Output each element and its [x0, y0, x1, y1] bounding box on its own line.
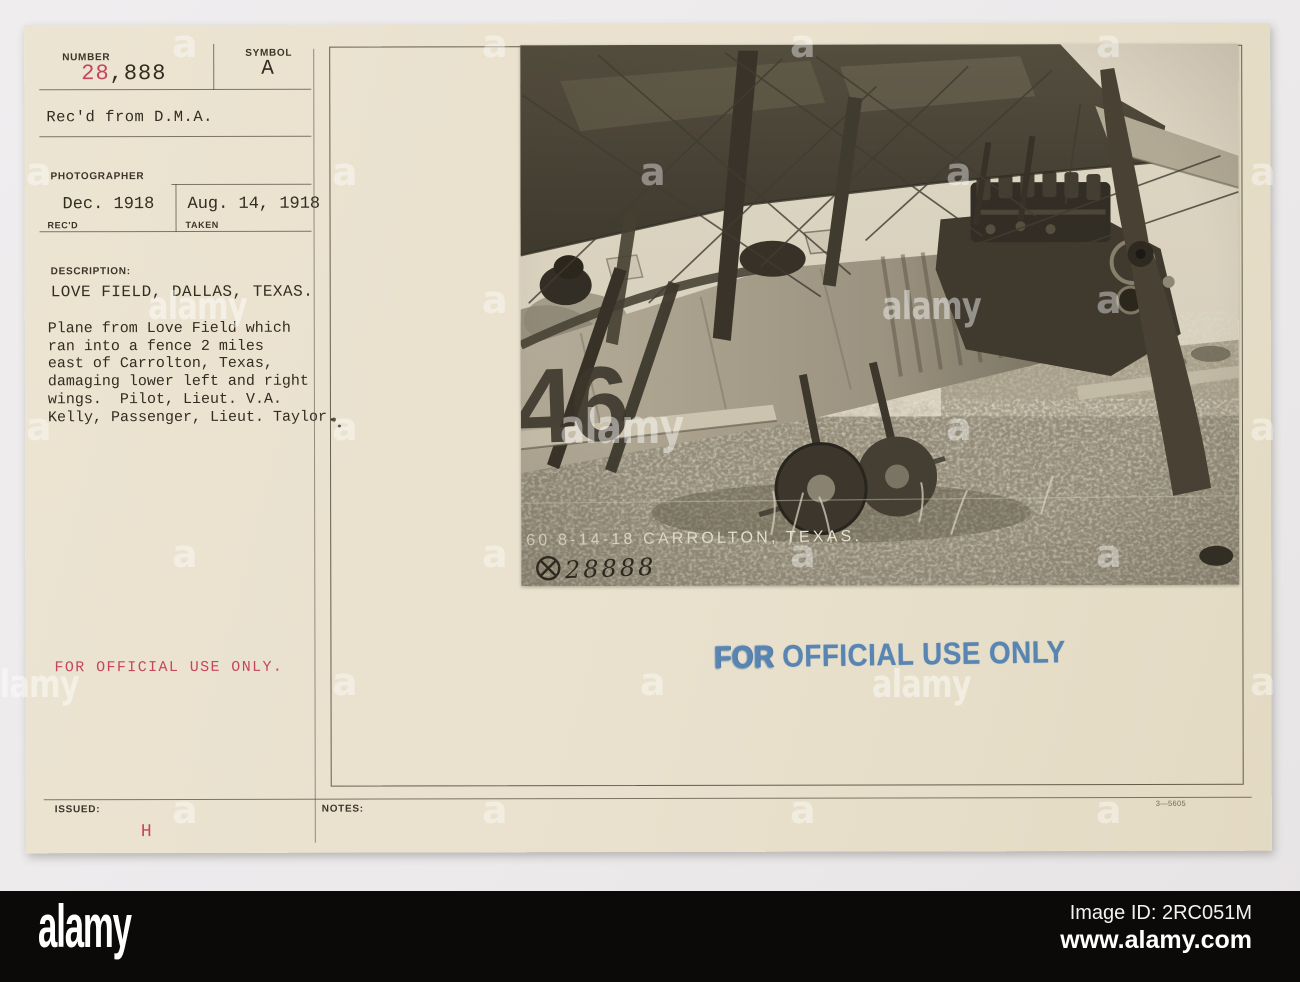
symbol-value: A	[261, 57, 274, 81]
image-id-text: Image ID: 2RC051M	[1069, 902, 1252, 924]
description-label: DESCRIPTION:	[50, 266, 131, 278]
description-line: ran into a fence 2 miles	[47, 337, 264, 356]
alamy-url-text: www.alamy.com	[1060, 926, 1252, 954]
issued-label: ISSUED:	[54, 804, 101, 816]
issued-value: H	[140, 822, 152, 843]
paper-speck	[337, 424, 341, 428]
received-date-label: REC'D	[47, 220, 79, 231]
received-date: Dec. 1918	[62, 195, 155, 215]
divider-line	[213, 43, 215, 90]
divider-line	[175, 183, 177, 232]
divider-line	[39, 230, 312, 233]
description-line: Plane from Love Field which	[47, 319, 291, 338]
aircraft-photo-svg: 46 60 8-14-18 CARROLTON, T	[490, 43, 1240, 587]
description-line: Kelly, Passenger, Lieut. Taylor.	[47, 408, 337, 427]
official-use-stamp-rest: OFFICIAL USE ONLY	[781, 634, 1066, 674]
paper-speck	[331, 417, 336, 422]
notes-label: NOTES:	[321, 803, 364, 815]
divider-line	[39, 135, 312, 138]
description-line: damaging lower left and right	[47, 372, 309, 391]
form-number: 3—5605	[1155, 798, 1186, 808]
divider-line	[43, 796, 1252, 801]
official-use-stamp-for: FOR	[713, 638, 775, 675]
official-use-typed: FOR OFFICIAL USE ONLY.	[54, 658, 284, 677]
official-use-stamp: FOR OFFICIAL USE ONLY	[713, 634, 1066, 676]
taken-date: Aug. 14, 1918	[187, 194, 321, 214]
photographer-label: PHOTOGRAPHER	[50, 171, 145, 183]
alamy-footer-bar: alamy Image ID: 2RC051M www.alamy.com	[0, 891, 1300, 982]
number-value-red: 28	[81, 61, 110, 87]
received-from-line: Rec'd from D.M.A.	[46, 107, 213, 127]
archive-photo-card: NUMBER 28,888 SYMBOL A Rec'd from D.M.A.…	[24, 22, 1272, 854]
number-value: 28,888	[81, 61, 166, 86]
alamy-logo: alamy	[38, 893, 132, 960]
taken-date-label: TAKEN	[185, 219, 219, 230]
description-paragraph: Plane from Love Field which ran into a f…	[24, 23, 1270, 427]
description-title: LOVE FIELD, DALLAS, TEXAS.	[50, 282, 314, 302]
vignette	[520, 43, 1240, 587]
description-line: wings. Pilot, Lieut. V.A.	[47, 390, 282, 409]
number-value-rest: ,888	[109, 61, 167, 87]
divider-line	[313, 48, 316, 843]
aircraft-photograph: 46 60 8-14-18 CARROLTON, T	[490, 43, 1240, 587]
description-line: east of Carrolton, Texas,	[47, 354, 273, 373]
divider-line	[171, 183, 312, 185]
divider-line	[39, 88, 312, 91]
